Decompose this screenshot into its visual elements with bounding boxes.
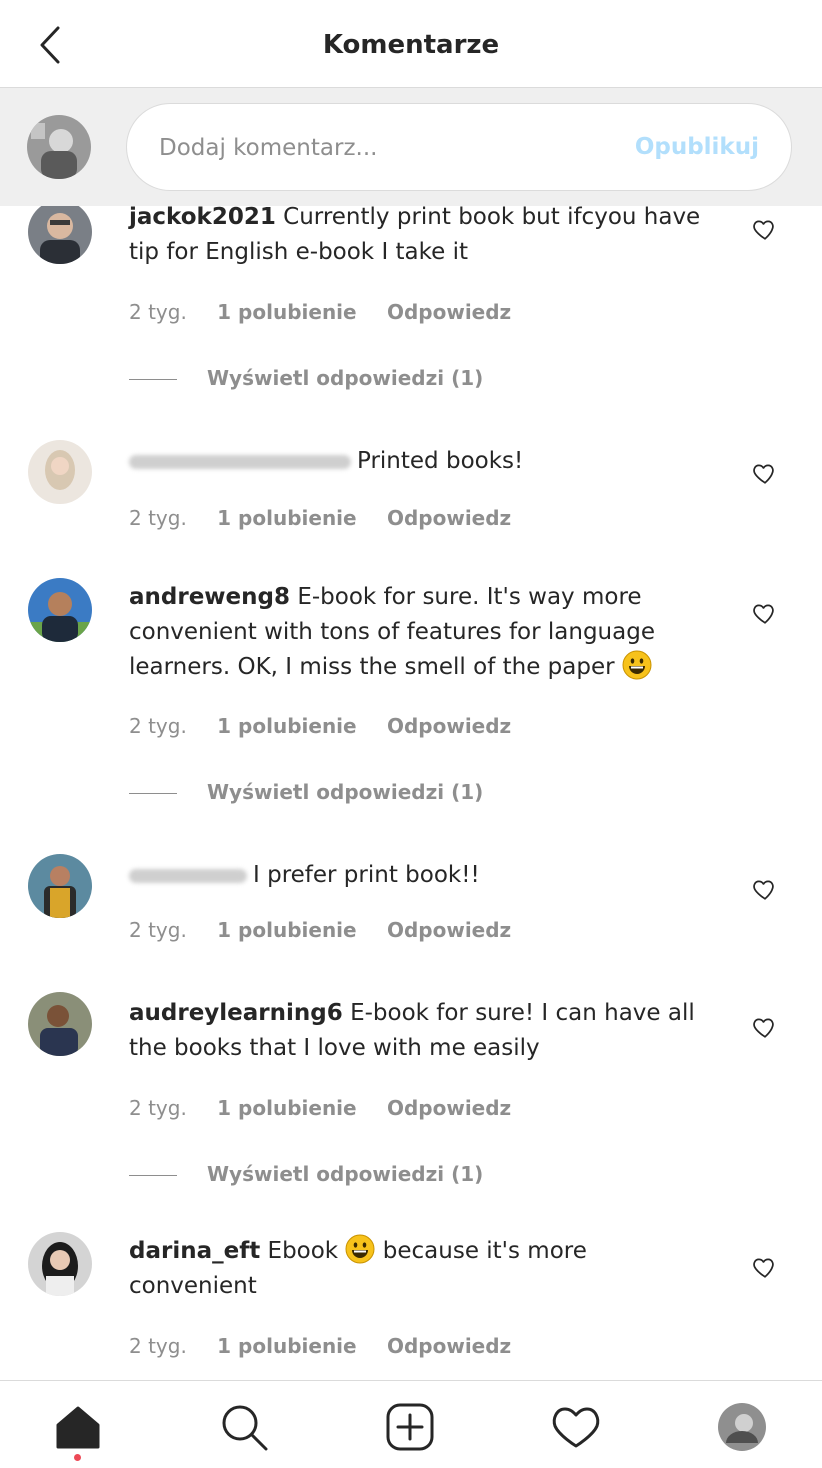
comment-likes[interactable]: 1 polubienie [217,506,356,530]
comment-time: 2 tyg. [129,918,187,942]
search-icon [222,1405,268,1451]
reply-button[interactable]: Odpowiedz [387,918,511,942]
comment-text: jackok2021 Currently print book but ifcy… [129,206,719,270]
avatar[interactable] [28,440,92,504]
top-header: Komentarze [0,0,822,88]
comment-username[interactable]: darina_eft [129,1238,260,1264]
view-replies-label: Wyświetl odpowiedzi (1) [207,1162,484,1186]
page-title: Komentarze [322,30,500,60]
comment-meta: 2 tyg. 1 polubienie Odpowiedz [129,1334,535,1358]
comment-time: 2 tyg. [129,506,187,530]
avatar[interactable] [28,1232,92,1296]
view-replies-button[interactable]: Wyświetl odpowiedzi (1) [129,780,483,804]
like-heart-icon[interactable] [752,1254,778,1280]
comment-body: I prefer print book!! [253,862,480,888]
home-icon [56,1406,100,1449]
blurred-username[interactable] [129,868,247,883]
grinning-emoji-icon [345,1234,375,1264]
comments-list[interactable]: jackok2021 Currently print book but ifcy… [0,206,822,1380]
grinning-emoji-icon [622,650,652,680]
comment-composer: Opublikuj [0,88,822,206]
reply-button[interactable]: Odpowiedz [387,506,511,530]
like-heart-icon[interactable] [752,460,778,486]
like-heart-icon[interactable] [752,876,778,902]
new-post-icon [386,1403,434,1451]
tab-search[interactable] [218,1401,270,1453]
reply-button[interactable]: Odpowiedz [387,1334,511,1358]
avatar[interactable] [28,854,92,918]
comment-body-start: Ebook [267,1238,339,1264]
notification-dot [74,1454,81,1461]
comment-likes[interactable]: 1 polubienie [217,300,356,324]
comment-likes[interactable]: 1 polubienie [217,714,356,738]
like-heart-icon[interactable] [752,216,778,242]
avatar[interactable] [28,206,92,264]
profile-avatar [718,1403,766,1451]
publish-button[interactable]: Opublikuj [635,134,759,160]
comment-time: 2 tyg. [129,714,187,738]
comment-text: darina_eft Ebook because it's more conve… [129,1234,719,1304]
comment-time: 2 tyg. [129,300,187,324]
blurred-username[interactable] [129,454,351,469]
divider [129,1175,177,1176]
view-replies-button[interactable]: Wyświetl odpowiedzi (1) [129,366,483,390]
comment-text: Printed books! [129,444,719,479]
reply-button[interactable]: Odpowiedz [387,714,511,738]
divider [129,793,177,794]
comment-text: andreweng8 E-book for sure. It's way mor… [129,580,719,685]
comment-username[interactable]: audreylearning6 [129,1000,343,1026]
comment-text: I prefer print book!! [129,858,719,893]
view-replies-label: Wyświetl odpowiedzi (1) [207,780,484,804]
comment-time: 2 tyg. [129,1334,187,1358]
comment-time: 2 tyg. [129,1096,187,1120]
comment-username[interactable]: jackok2021 [129,206,276,230]
comment-body: Printed books! [357,448,524,474]
avatar[interactable] [28,992,92,1056]
comment-meta: 2 tyg. 1 polubienie Odpowiedz [129,506,535,530]
activity-heart-icon [552,1407,600,1448]
comment-likes[interactable]: 1 polubienie [217,918,356,942]
like-heart-icon[interactable] [752,600,778,626]
view-replies-button[interactable]: Wyświetl odpowiedzi (1) [129,1162,483,1186]
like-heart-icon[interactable] [752,1014,778,1040]
tab-home[interactable] [52,1401,104,1453]
divider [129,379,177,380]
bottom-tab-bar [0,1380,822,1468]
comment-likes[interactable]: 1 polubienie [217,1334,356,1358]
comment-meta: 2 tyg. 1 polubienie Odpowiedz [129,714,535,738]
comment-meta: 2 tyg. 1 polubienie Odpowiedz [129,918,535,942]
comment-likes[interactable]: 1 polubienie [217,1096,356,1120]
avatar [27,115,91,179]
reply-button[interactable]: Odpowiedz [387,1096,511,1120]
comment-input-box: Opublikuj [126,103,792,191]
comment-input[interactable] [159,128,609,168]
avatar[interactable] [28,578,92,642]
comment-meta: 2 tyg. 1 polubienie Odpowiedz [129,300,535,324]
tab-new-post[interactable] [384,1401,436,1453]
comment-meta: 2 tyg. 1 polubienie Odpowiedz [129,1096,535,1120]
reply-button[interactable]: Odpowiedz [387,300,511,324]
tab-profile[interactable] [716,1401,768,1453]
comment-username[interactable]: andreweng8 [129,584,290,610]
view-replies-label: Wyświetl odpowiedzi (1) [207,366,484,390]
tab-activity[interactable] [550,1401,602,1453]
comment-text: audreylearning6 E-book for sure! I can h… [129,996,719,1066]
